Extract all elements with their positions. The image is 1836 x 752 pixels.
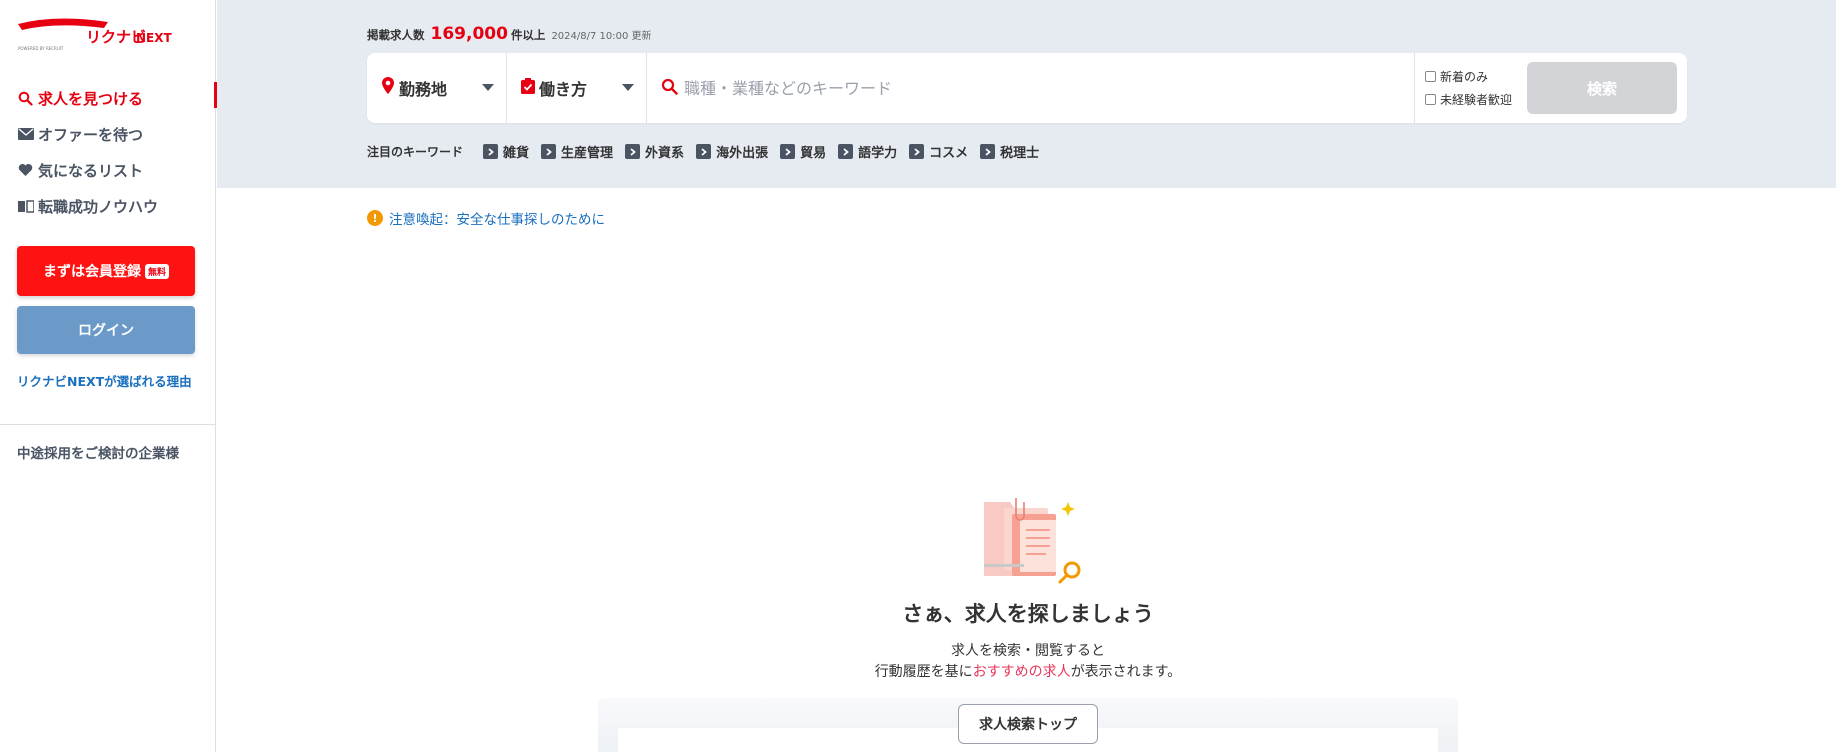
keyword-tag-label: 雑貨	[503, 146, 530, 161]
line2-prefix: 行動履歴を基に	[874, 664, 973, 680]
empty-state-line2: 行動履歴を基におすすめの求人が表示されます。	[0, 662, 1836, 683]
keyword-tag[interactable]: 生産管理	[541, 142, 613, 161]
empty-state-title: さぁ、求人を探しましょう	[902, 602, 1154, 626]
sidebar-item-knowhow[interactable]: 転職成功ノウハウ	[0, 188, 216, 224]
keyword-tag[interactable]: 外資系	[625, 142, 684, 161]
document-search-illustration	[980, 494, 1090, 584]
svg-text:NEXT: NEXT	[136, 31, 172, 45]
rikunabi-next-logo[interactable]: リクナビ NEXT POWERED BY RECRUIT	[16, 16, 176, 52]
filter-checks: 新着のみ 未経験者歓迎	[1415, 53, 1527, 123]
sidebar-item-find-jobs[interactable]: 求人を見つける	[0, 80, 217, 116]
featured-keywords-title: 注目のキーワード	[367, 145, 464, 159]
work-style-label: 働き方	[539, 80, 588, 99]
sidebar-item-label: 気になるリスト	[38, 161, 144, 180]
job-count-line: 掲載求人数 169,000 件以上 2024/8/7 10:00 更新	[367, 24, 652, 44]
pin-icon	[381, 77, 395, 99]
keyword-tag-label: 海外出張	[716, 146, 769, 161]
keyword-tag[interactable]: 貿易	[780, 142, 826, 161]
search-button[interactable]: 検索	[1527, 62, 1677, 114]
sidebar: リクナビ NEXT POWERED BY RECRUIT 求人を見つける オファ…	[0, 0, 217, 752]
chevron-down-icon	[622, 84, 634, 91]
heart-icon	[17, 162, 34, 179]
sidebar-item-label: 求人を見つける	[38, 89, 144, 108]
sidebar-item-label: オファーを待つ	[38, 125, 144, 144]
inexperienced-checkbox[interactable]: 未経験者歓迎	[1425, 91, 1527, 108]
chevron-down-icon	[482, 84, 494, 91]
chevron-right-icon	[780, 144, 796, 159]
register-label: まずは会員登録	[42, 264, 141, 280]
chevron-right-icon	[909, 144, 925, 159]
search-icon	[17, 90, 34, 107]
sidebar-item-label: 転職成功ノウハウ	[38, 197, 159, 216]
book-icon	[17, 198, 34, 215]
chevron-right-icon	[980, 144, 996, 159]
corporate-link[interactable]: 中途採用をご検討の企業様	[17, 442, 179, 462]
featured-keywords: 注目のキーワード 雑貨 生産管理 外資系 海外出張 貿易 語学力 コスメ 税理士	[367, 142, 1051, 161]
keyword-tag-label: コスメ	[929, 146, 969, 161]
job-count-value: 169,000	[430, 24, 508, 44]
chevron-right-icon	[625, 144, 641, 159]
chevron-right-icon	[483, 144, 499, 159]
mail-icon	[17, 126, 34, 143]
keyword-input[interactable]	[684, 78, 1414, 98]
login-button[interactable]: ログイン	[17, 306, 195, 354]
location-label: 勤務地	[399, 80, 448, 99]
keyword-tag[interactable]: 海外出張	[696, 142, 768, 161]
line2-suffix: が表示されます。	[1070, 664, 1182, 680]
updated-date: 2024/8/7 10:00 更新	[551, 31, 652, 42]
clipboard-check-icon	[521, 78, 535, 98]
search-icon	[661, 78, 678, 99]
keyword-tag[interactable]: 語学力	[838, 142, 897, 161]
keyword-tag-label: 貿易	[800, 146, 827, 161]
chevron-right-icon	[541, 144, 557, 159]
safety-alert-link[interactable]: ! 注意喚起：安全な仕事探しのために	[367, 208, 605, 228]
empty-state-line1: 求人を検索・閲覧すると	[951, 643, 1105, 659]
job-count-suffix: 件以上	[510, 28, 546, 42]
keyword-tag-label: 語学力	[858, 146, 898, 161]
sidebar-divider	[0, 424, 216, 425]
checkbox-label: 未経験者歓迎	[1440, 93, 1513, 107]
sidebar-item-wait-offers[interactable]: オファーを待つ	[0, 116, 216, 152]
checkbox-box	[1425, 94, 1436, 105]
exclamation-icon: !	[367, 210, 383, 226]
safety-alert-text: 注意喚起：安全な仕事探しのために	[389, 212, 605, 228]
sidebar-item-saved-list[interactable]: 気になるリスト	[0, 152, 216, 188]
checkbox-label: 新着のみ	[1440, 70, 1489, 84]
job-count-prefix: 掲載求人数	[367, 28, 425, 42]
keyword-tag[interactable]: 税理士	[980, 142, 1039, 161]
work-style-select[interactable]: 働き方	[507, 53, 647, 123]
keyword-tag-label: 税理士	[1000, 146, 1040, 161]
checkbox-box	[1425, 71, 1436, 82]
recommended-jobs-highlight: おすすめの求人	[972, 664, 1071, 680]
register-button[interactable]: まずは会員登録 無料	[17, 246, 195, 296]
search-box: 勤務地 働き方 新着のみ 未経験者歓迎 検索	[367, 53, 1687, 123]
location-select[interactable]: 勤務地	[367, 53, 507, 123]
chevron-right-icon	[838, 144, 854, 159]
new-only-checkbox[interactable]: 新着のみ	[1425, 68, 1527, 85]
keyword-field[interactable]	[647, 53, 1415, 123]
empty-state-description: 求人を検索・閲覧すると 行動履歴を基におすすめの求人が表示されます。	[0, 641, 1836, 683]
svg-text:POWERED BY RECRUIT: POWERED BY RECRUIT	[18, 46, 64, 51]
keyword-tag-label: 外資系	[645, 146, 685, 161]
chevron-right-icon	[696, 144, 712, 159]
search-area: 掲載求人数 169,000 件以上 2024/8/7 10:00 更新 勤務地 …	[217, 0, 1836, 188]
free-badge: 無料	[144, 263, 169, 279]
sidebar-nav: 求人を見つける オファーを待つ 気になるリスト 転職成功ノウハウ	[0, 80, 217, 224]
why-chosen-link[interactable]: リクナビNEXTが選ばれる理由	[17, 371, 192, 390]
keyword-tag-label: 生産管理	[561, 146, 614, 161]
job-search-top-button[interactable]: 求人検索トップ	[958, 704, 1098, 744]
keyword-tag[interactable]: 雑貨	[483, 142, 529, 161]
keyword-tag[interactable]: コスメ	[909, 142, 968, 161]
